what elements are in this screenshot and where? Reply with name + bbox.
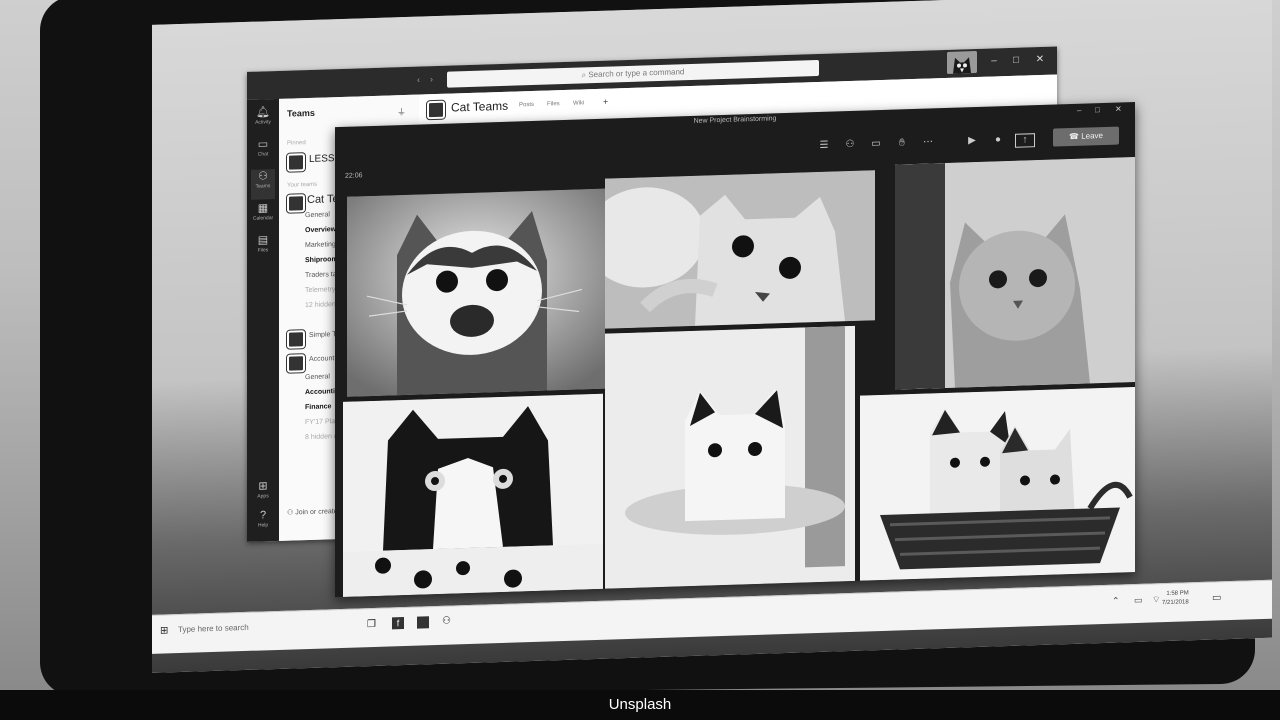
share-screen-icon[interactable]: ↑ xyxy=(1015,133,1035,148)
filter-icon[interactable]: ⏚ xyxy=(397,105,406,118)
video-tile-fluffy-kitten[interactable] xyxy=(895,157,1135,390)
chat-icon[interactable]: ▭ xyxy=(867,136,885,153)
join-team-icon: ⚇ xyxy=(287,509,296,517)
rail-label: Activity xyxy=(255,119,271,126)
back-arrow-icon[interactable]: ‹ xyxy=(417,74,420,84)
teams-taskbar-icon[interactable]: ⚇ xyxy=(442,616,451,627)
sidebar-title: Teams xyxy=(287,107,315,119)
pinned-label: Pinned xyxy=(287,140,306,147)
maximize-icon[interactable]: □ xyxy=(1095,105,1100,114)
task-view-icon[interactable]: ❒ xyxy=(367,619,376,630)
participants-icon[interactable]: ⚇ xyxy=(841,137,859,154)
more-icon[interactable]: ⋯ xyxy=(919,134,937,151)
tab-posts[interactable]: Posts xyxy=(519,102,534,108)
video-tile-tuxedo-cat[interactable] xyxy=(343,393,603,597)
rail-item-activity[interactable]: 🔔︎ Activity xyxy=(251,105,275,136)
meeting-timer: 22:06 xyxy=(345,172,363,180)
hang-up-icon: ☎︎ xyxy=(1069,131,1082,142)
close-icon[interactable]: ✕ xyxy=(1033,53,1047,67)
leave-button[interactable]: ☎︎ Leave xyxy=(1053,126,1119,147)
calendar-icon: ▦ xyxy=(257,202,269,215)
close-icon[interactable]: ✕ xyxy=(1115,104,1122,113)
facebook-icon[interactable]: f xyxy=(392,617,404,630)
team-icon xyxy=(287,194,305,213)
tuxedo-cat-photo xyxy=(343,393,603,597)
laptop-screen: ‹ › ⌕ Search or type a command – □ ✕ 🔔︎ … xyxy=(152,0,1272,673)
rail-item-files[interactable]: ▤ Files xyxy=(251,233,275,264)
search-placeholder: Search or type a command xyxy=(588,67,685,80)
add-tab-icon[interactable]: + xyxy=(603,97,608,107)
list-icon[interactable]: ☰ xyxy=(815,138,833,155)
wide-eyed-cat-photo xyxy=(605,170,875,329)
team-icon xyxy=(427,100,445,120)
maximize-icon[interactable]: □ xyxy=(1009,54,1023,68)
camera-icon[interactable]: ▶ xyxy=(963,133,981,150)
cat-on-cat-tree-photo xyxy=(605,325,855,589)
mic-icon[interactable]: ● xyxy=(989,132,1007,149)
taskbar-search[interactable]: Type here to search xyxy=(178,623,249,634)
start-icon[interactable]: ⊞ xyxy=(160,625,168,636)
tab-wiki[interactable]: Wiki xyxy=(573,100,584,106)
avatar[interactable] xyxy=(947,50,977,74)
taskbar-clock[interactable]: 1:58 PM 7/21/2018 xyxy=(1162,589,1189,608)
two-kittens-in-basket-photo xyxy=(860,387,1135,581)
credit-text: Unsplash xyxy=(608,696,672,713)
video-tile-two-kittens[interactable] xyxy=(860,387,1135,581)
rail-item-calendar[interactable]: ▦ Calendar xyxy=(251,201,275,232)
rail-label: Files xyxy=(257,247,269,254)
video-tile-laughing-cat[interactable] xyxy=(347,188,605,397)
leave-label: Leave xyxy=(1081,131,1103,141)
video-tile-wide-eyed-cat[interactable] xyxy=(605,170,875,329)
raise-hand-icon[interactable]: ✋︎ xyxy=(893,135,911,152)
rail-label: Apps xyxy=(257,493,269,500)
chat-icon: ▭ xyxy=(257,138,269,151)
files-icon: ▤ xyxy=(257,234,269,247)
battery-icon[interactable]: ▭ xyxy=(1134,595,1143,606)
rail-item-apps[interactable]: ⊞ Apps xyxy=(251,479,275,510)
minimize-icon[interactable]: – xyxy=(987,54,1001,68)
meeting-window: New Project Brainstorming – □ ✕ 22:06 ☰ … xyxy=(335,102,1135,598)
rail-label: Chat xyxy=(257,151,269,158)
tab-files[interactable]: Files xyxy=(547,101,560,107)
minimize-icon[interactable]: – xyxy=(1077,106,1081,115)
notifications-icon[interactable]: ▭ xyxy=(1212,592,1221,603)
your-teams-label: Your teams xyxy=(287,181,318,189)
bell-icon: 🔔︎ xyxy=(256,106,270,119)
rail-label: Calendar xyxy=(252,215,274,222)
rail-label: Teams xyxy=(255,183,271,190)
app-rail: 🔔︎ Activity ▭ Chat ⚇ Teams ▦ Calendar ▤ Files… xyxy=(247,98,279,542)
team-icon xyxy=(287,153,305,172)
rail-item-chat[interactable]: ▭ Chat xyxy=(251,137,275,168)
apps-icon: ⊞ xyxy=(258,480,268,493)
laptop-bezel: ‹ › ⌕ Search or type a command – □ ✕ 🔔︎ … xyxy=(40,0,1272,697)
help-icon: ? xyxy=(259,509,267,522)
laughing-cat-photo xyxy=(347,188,605,397)
forward-arrow-icon[interactable]: › xyxy=(430,74,433,84)
video-tile-cat-on-tree[interactable] xyxy=(605,325,855,589)
teams-icon: ⚇ xyxy=(258,170,268,183)
rail-label: Help xyxy=(257,522,269,529)
fluffy-kitten-photo xyxy=(895,157,1135,390)
team-icon xyxy=(287,330,305,349)
cat-avatar-icon xyxy=(947,50,977,74)
clock-date: 7/21/2018 xyxy=(1162,599,1189,607)
rail-item-teams[interactable]: ⚇ Teams xyxy=(251,169,275,200)
channel-team-name: Cat Teams xyxy=(451,98,509,115)
store-icon[interactable] xyxy=(417,616,429,629)
rail-item-help[interactable]: ? Help xyxy=(251,509,275,540)
team-icon xyxy=(287,354,305,373)
tray-up-icon[interactable]: ⌃ xyxy=(1112,596,1120,607)
network-icon[interactable]: ⌔ xyxy=(1152,594,1160,605)
